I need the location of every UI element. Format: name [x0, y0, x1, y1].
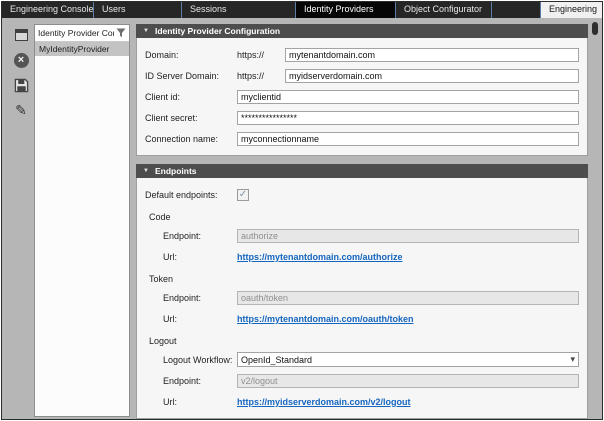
endpoint-label: Endpoint:: [163, 293, 237, 303]
form-row-default-endpoints: Default endpoints: ✓: [145, 184, 579, 205]
form-row-code-endpoint: Endpoint:: [145, 225, 579, 246]
save-button[interactable]: [12, 76, 30, 94]
list-header: Identity Provider Conf: [35, 25, 129, 42]
content-area: × ✎ Identity Provider Conf MyIdentityP: [2, 18, 602, 420]
code-url-link[interactable]: https://mytenantdomain.com/authorize: [237, 252, 403, 262]
endpoints-section-header[interactable]: ▼ Endpoints: [136, 164, 588, 178]
tab-users[interactable]: Users: [94, 2, 182, 18]
client-id-label: Client id:: [145, 92, 237, 102]
client-secret-input[interactable]: [237, 111, 579, 125]
default-endpoints-checkbox[interactable]: ✓: [237, 189, 249, 201]
form-row-id-server-domain: ID Server Domain: https://: [145, 65, 579, 86]
collapse-icon: ▼: [143, 164, 149, 178]
window-button[interactable]: [12, 26, 30, 44]
id-server-domain-input[interactable]: [285, 69, 579, 83]
form-row-token-endpoint: Endpoint:: [145, 287, 579, 308]
identity-provider-list-panel: Identity Provider Conf MyIdentityProvide…: [34, 24, 130, 417]
endpoint-label: Endpoint:: [163, 376, 237, 386]
form-row-connection-name: Connection name:: [145, 128, 579, 149]
form-row-logout-endpoint: Endpoint:: [145, 370, 579, 391]
form-row-logout-workflow: Logout Workflow: OpenId_Standard ▾: [145, 349, 579, 370]
filter-icon[interactable]: [116, 28, 126, 38]
client-secret-label: Client secret:: [145, 113, 237, 123]
connection-name-input[interactable]: [237, 132, 579, 146]
form-row-client-secret: Client secret:: [145, 107, 579, 128]
tab-identity-providers[interactable]: Identity Providers: [296, 2, 396, 18]
default-endpoints-label: Default endpoints:: [145, 190, 237, 200]
edit-button[interactable]: ✎: [12, 101, 30, 119]
collapse-icon: ▼: [143, 24, 149, 38]
logout-workflow-select[interactable]: OpenId_Standard ▾: [237, 352, 579, 367]
section-gap: [136, 156, 588, 164]
domain-label: Domain:: [145, 50, 237, 60]
form-row-domain: Domain: https://: [145, 44, 579, 65]
close-icon: ×: [14, 53, 29, 68]
endpoints-section-title: Endpoints: [155, 166, 197, 176]
url-label: Url:: [163, 397, 237, 407]
config-form: Domain: https:// ID Server Domain: https…: [136, 38, 588, 156]
form-row-code-url: Url: https://mytenantdomain.com/authoriz…: [145, 246, 579, 267]
tab-sessions[interactable]: Sessions: [182, 2, 296, 18]
config-section-header[interactable]: ▼ Identity Provider Configuration: [136, 24, 588, 38]
app-window: Engineering Console Users Sessions Ident…: [1, 1, 603, 420]
connection-name-label: Connection name:: [145, 134, 237, 144]
endpoints-form: Default endpoints: ✓ Code Endpoint: Url:…: [136, 178, 588, 419]
code-endpoint-input: [237, 229, 579, 243]
chevron-down-icon: ▾: [570, 354, 575, 365]
https-prefix: https://: [237, 71, 285, 81]
logout-endpoint-input: [237, 374, 579, 388]
config-section-title: Identity Provider Configuration: [155, 26, 280, 36]
url-label: Url:: [163, 252, 237, 262]
client-id-input[interactable]: [237, 90, 579, 104]
tab-engineering[interactable]: Engineering: [540, 2, 602, 18]
tab-object-configurator[interactable]: Object Configurator: [396, 2, 492, 18]
id-server-domain-label: ID Server Domain:: [145, 71, 237, 81]
logout-url-link[interactable]: https://myidserverdomain.com/v2/logout: [237, 397, 411, 407]
token-url-link[interactable]: https://mytenantdomain.com/oauth/token: [237, 314, 414, 324]
list-title: Identity Provider Conf: [38, 28, 114, 38]
url-label: Url:: [163, 314, 237, 324]
list-item-my-identity-provider[interactable]: MyIdentityProvider: [35, 42, 129, 56]
form-row-client-id: Client id:: [145, 86, 579, 107]
logout-workflow-label: Logout Workflow:: [163, 355, 237, 365]
delete-button[interactable]: ×: [12, 51, 30, 69]
main-tab-bar: Engineering Console Users Sessions Ident…: [2, 2, 602, 18]
pencil-icon: ✎: [15, 102, 27, 119]
save-icon: [14, 78, 29, 93]
check-icon: ✓: [239, 190, 247, 200]
left-toolbar: × ✎: [8, 24, 34, 420]
logout-workflow-value: OpenId_Standard: [241, 355, 312, 365]
form-row-logout-url: Url: https://myidserverdomain.com/v2/log…: [145, 391, 579, 412]
domain-input[interactable]: [285, 48, 579, 62]
endpoint-label: Endpoint:: [163, 231, 237, 241]
form-row-token-url: Url: https://mytenantdomain.com/oauth/to…: [145, 308, 579, 329]
token-endpoint-input: [237, 291, 579, 305]
main-panel: ▼ Identity Provider Configuration Domain…: [136, 24, 588, 420]
window-icon: [15, 29, 28, 41]
scrollbar-thumb[interactable]: [592, 22, 598, 35]
tab-engineering-console[interactable]: Engineering Console: [2, 2, 94, 18]
group-label-code: Code: [149, 212, 579, 222]
group-label-token: Token: [149, 274, 579, 284]
group-label-logout: Logout: [149, 336, 579, 346]
https-prefix: https://: [237, 50, 285, 60]
